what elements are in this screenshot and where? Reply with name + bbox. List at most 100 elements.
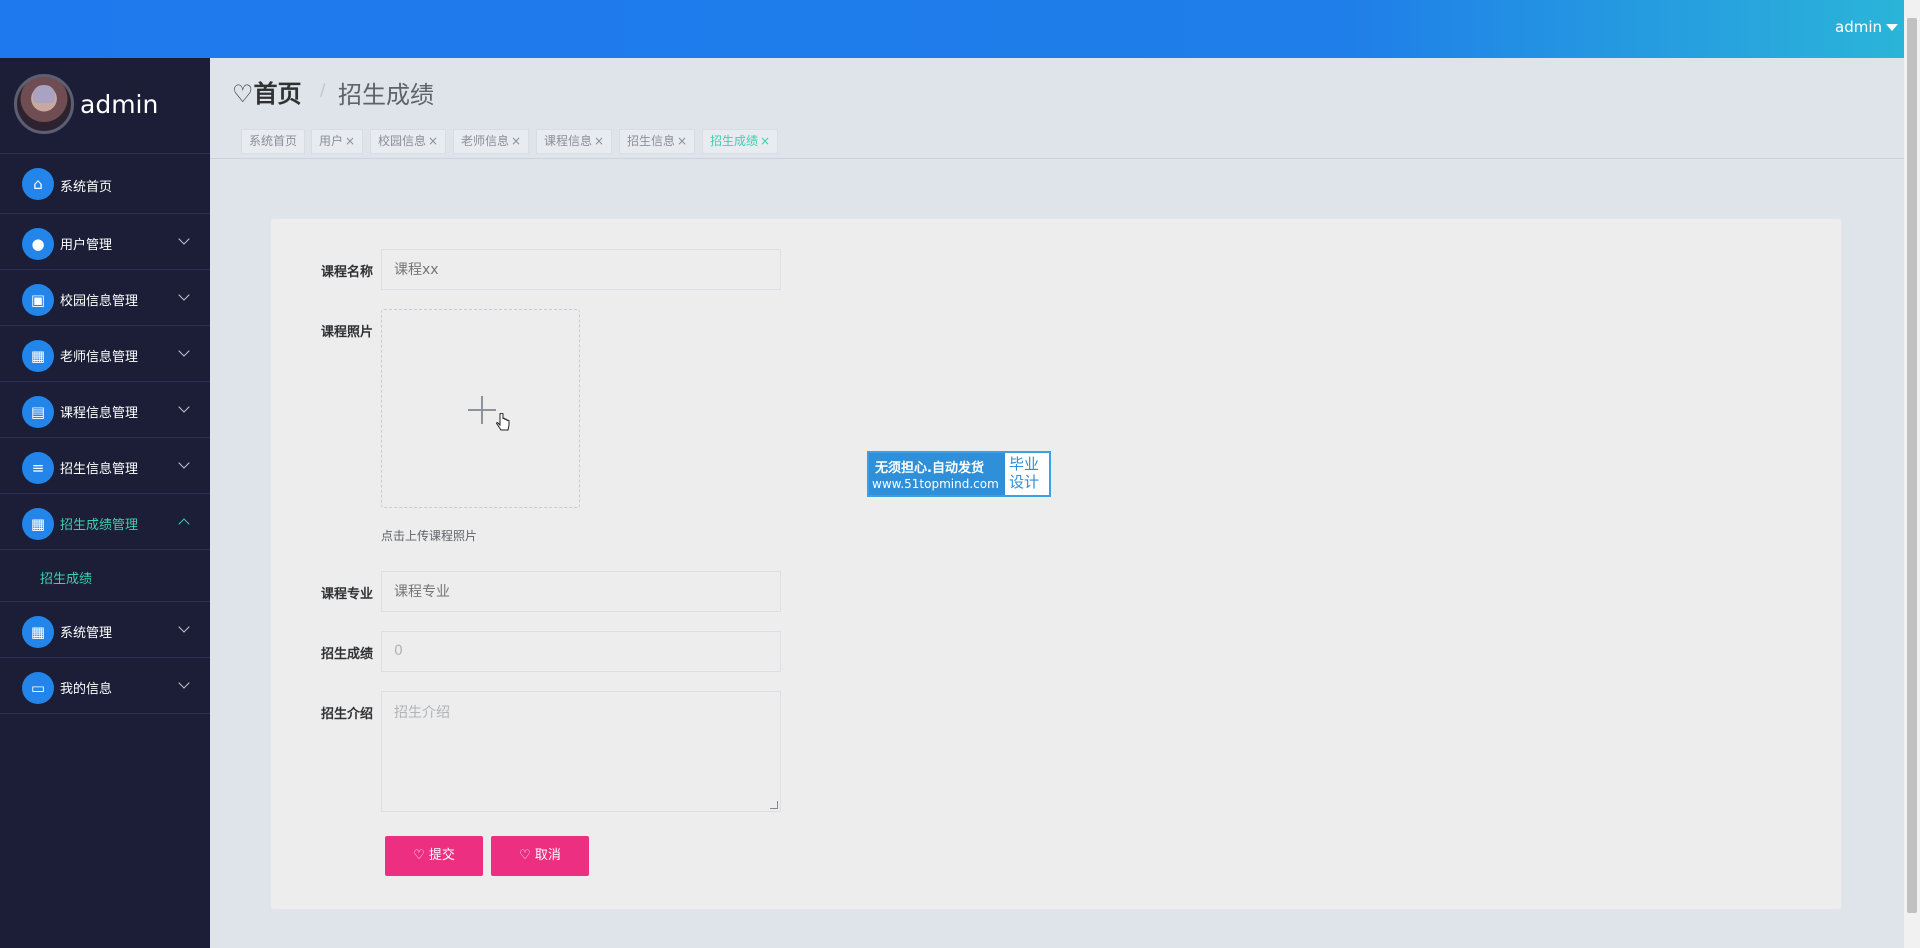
sidebar-item-label: 课程信息管理 xyxy=(60,406,139,421)
submit-button[interactable]: ♡ 提交 xyxy=(385,836,483,876)
course-name-input[interactable] xyxy=(381,249,781,290)
tag-campus[interactable]: 校园信息 × xyxy=(370,129,447,154)
resize-handle-icon[interactable] xyxy=(770,801,778,809)
tag-teachers[interactable]: 老师信息 × xyxy=(453,129,530,154)
tag-label: 招生信息 xyxy=(627,134,676,148)
hand-cursor-icon xyxy=(496,413,510,431)
upload-hint: 点击上传课程照片 xyxy=(381,529,478,543)
sidebar-item-label: 招生信息管理 xyxy=(60,462,139,477)
sidebar-item-users[interactable]: ● 用户管理 xyxy=(0,214,210,270)
chevron-down-icon xyxy=(178,345,190,357)
chevron-down-icon xyxy=(178,233,190,245)
breadcrumb-home[interactable]: ♡首页 xyxy=(232,74,302,109)
tag-label: 系统首页 xyxy=(249,134,298,148)
watermark-left: 无须担心.自动发货 www.51topmind.com xyxy=(869,453,1005,495)
chevron-up-icon xyxy=(178,518,190,530)
sidebar-item-label: 系统首页 xyxy=(60,180,113,195)
cancel-button[interactable]: ♡ 取消 xyxy=(491,836,589,876)
list-icon: ≡ xyxy=(22,452,54,484)
watermark-badge: 无须担心.自动发货 www.51topmind.com 毕业设计 xyxy=(867,451,1051,497)
profile-name: admin xyxy=(80,90,159,119)
heart-icon: ♡ xyxy=(232,80,254,108)
chevron-down-icon xyxy=(178,401,190,413)
breadcrumb: ♡首页 / 招生成绩 xyxy=(210,58,1904,123)
user-menu[interactable]: admin xyxy=(1835,18,1882,36)
scrollbar-thumb[interactable] xyxy=(1907,18,1917,913)
cancel-label: 取消 xyxy=(534,848,561,863)
heart-icon: ♡ xyxy=(413,848,425,863)
chevron-down-icon xyxy=(178,621,190,633)
bulb-icon: ● xyxy=(22,228,54,260)
tag-home[interactable]: 系统首页 xyxy=(241,129,306,154)
sidebar-item-label: 系统管理 xyxy=(60,626,113,641)
chevron-down-icon xyxy=(178,289,190,301)
intro-label: 招生介绍 xyxy=(320,707,373,722)
sidebar-item-home[interactable]: ⌂ 系统首页 xyxy=(0,154,210,214)
page-scrollbar[interactable] xyxy=(1904,0,1920,948)
sidebar-subitem-scores[interactable]: 招生成绩 xyxy=(0,550,210,602)
score-input[interactable]: 0 xyxy=(381,631,781,672)
tag-label: 招生成绩 xyxy=(710,134,759,148)
tags-bar: 系统首页 用户 × 校园信息 × 老师信息 × 课程信息 × 招生信息 × 招生成绩 × xyxy=(210,123,1904,159)
tag-enrollment-scores[interactable]: 招生成绩 × xyxy=(702,129,779,154)
sidebar-item-label: 校园信息管理 xyxy=(60,294,139,309)
photo-uploader[interactable] xyxy=(381,309,580,508)
clipboard-icon: ▣ xyxy=(22,284,54,316)
close-icon[interactable]: × xyxy=(345,134,355,148)
home-icon: ⌂ xyxy=(22,168,54,200)
top-bar: admin xyxy=(0,0,1920,58)
form-card: 课程名称 课程照片 点击上传课程照片 课程专业 招生成绩 0 招生介绍 招生介绍… xyxy=(270,218,1842,910)
chevron-down-icon xyxy=(178,677,190,689)
close-icon[interactable]: × xyxy=(677,134,687,148)
sidebar-item-enrollment-scores[interactable]: ▦ 招生成绩管理 xyxy=(0,494,210,550)
close-icon[interactable]: × xyxy=(428,134,438,148)
course-major-label: 课程专业 xyxy=(320,587,373,602)
submit-label: 提交 xyxy=(428,848,455,863)
card-icon: ▭ xyxy=(22,672,54,704)
sidebar-item-teachers[interactable]: ▦ 老师信息管理 xyxy=(0,326,210,382)
sidebar-item-label: 招生成绩管理 xyxy=(60,518,139,533)
sidebar-item-campus[interactable]: ▣ 校园信息管理 xyxy=(0,270,210,326)
intro-placeholder: 招生介绍 xyxy=(394,705,450,721)
tag-label: 课程信息 xyxy=(544,134,593,148)
breadcrumb-current: 招生成绩 xyxy=(338,81,434,109)
watermark-line2: www.51topmind.com xyxy=(872,477,999,491)
score-label: 招生成绩 xyxy=(320,647,373,662)
sidebar-item-label: 我的信息 xyxy=(60,682,113,697)
briefcase-icon: ▤ xyxy=(22,396,54,428)
caret-down-icon[interactable] xyxy=(1886,24,1898,31)
watermark-line1: 无须担心.自动发货 xyxy=(875,461,984,476)
tag-enrollment-info[interactable]: 招生信息 × xyxy=(619,129,696,154)
tag-label: 校园信息 xyxy=(378,134,427,148)
close-icon[interactable]: × xyxy=(511,134,521,148)
course-major-input[interactable] xyxy=(381,571,781,612)
intro-textarea[interactable]: 招生介绍 xyxy=(381,691,781,812)
heart-icon: ♡ xyxy=(519,848,531,863)
sidebar: admin ⌂ 系统首页 ● 用户管理 ▣ 校园信息管理 ▦ 老师信息管理 ▤ … xyxy=(0,58,210,948)
tag-label: 老师信息 xyxy=(461,134,510,148)
sidebar-profile: admin xyxy=(0,58,210,154)
close-icon[interactable]: × xyxy=(760,134,770,148)
sidebar-item-my-info[interactable]: ▭ 我的信息 xyxy=(0,658,210,714)
avatar xyxy=(14,74,74,134)
tag-users[interactable]: 用户 × xyxy=(311,129,364,154)
sidebar-item-label: 老师信息管理 xyxy=(60,350,139,365)
course-photo-label: 课程照片 xyxy=(320,325,373,340)
close-icon[interactable]: × xyxy=(594,134,604,148)
grid-icon: ▦ xyxy=(22,616,54,648)
watermark-right: 毕业设计 xyxy=(1009,455,1040,491)
sidebar-item-system[interactable]: ▦ 系统管理 xyxy=(0,602,210,658)
sidebar-item-enrollment-info[interactable]: ≡ 招生信息管理 xyxy=(0,438,210,494)
sidebar-subitem-label: 招生成绩 xyxy=(40,572,93,587)
sidebar-item-label: 用户管理 xyxy=(60,238,113,253)
chevron-down-icon xyxy=(178,457,190,469)
breadcrumb-home-label: 首页 xyxy=(253,80,302,108)
tag-label: 用户 xyxy=(319,134,344,148)
grid-icon: ▦ xyxy=(22,508,54,540)
tag-courses[interactable]: 课程信息 × xyxy=(536,129,613,154)
sidebar-item-courses[interactable]: ▤ 课程信息管理 xyxy=(0,382,210,438)
breadcrumb-separator: / xyxy=(320,80,326,99)
course-name-label: 课程名称 xyxy=(320,265,373,280)
plus-icon-vertical xyxy=(481,396,483,424)
grid-icon: ▦ xyxy=(22,340,54,372)
